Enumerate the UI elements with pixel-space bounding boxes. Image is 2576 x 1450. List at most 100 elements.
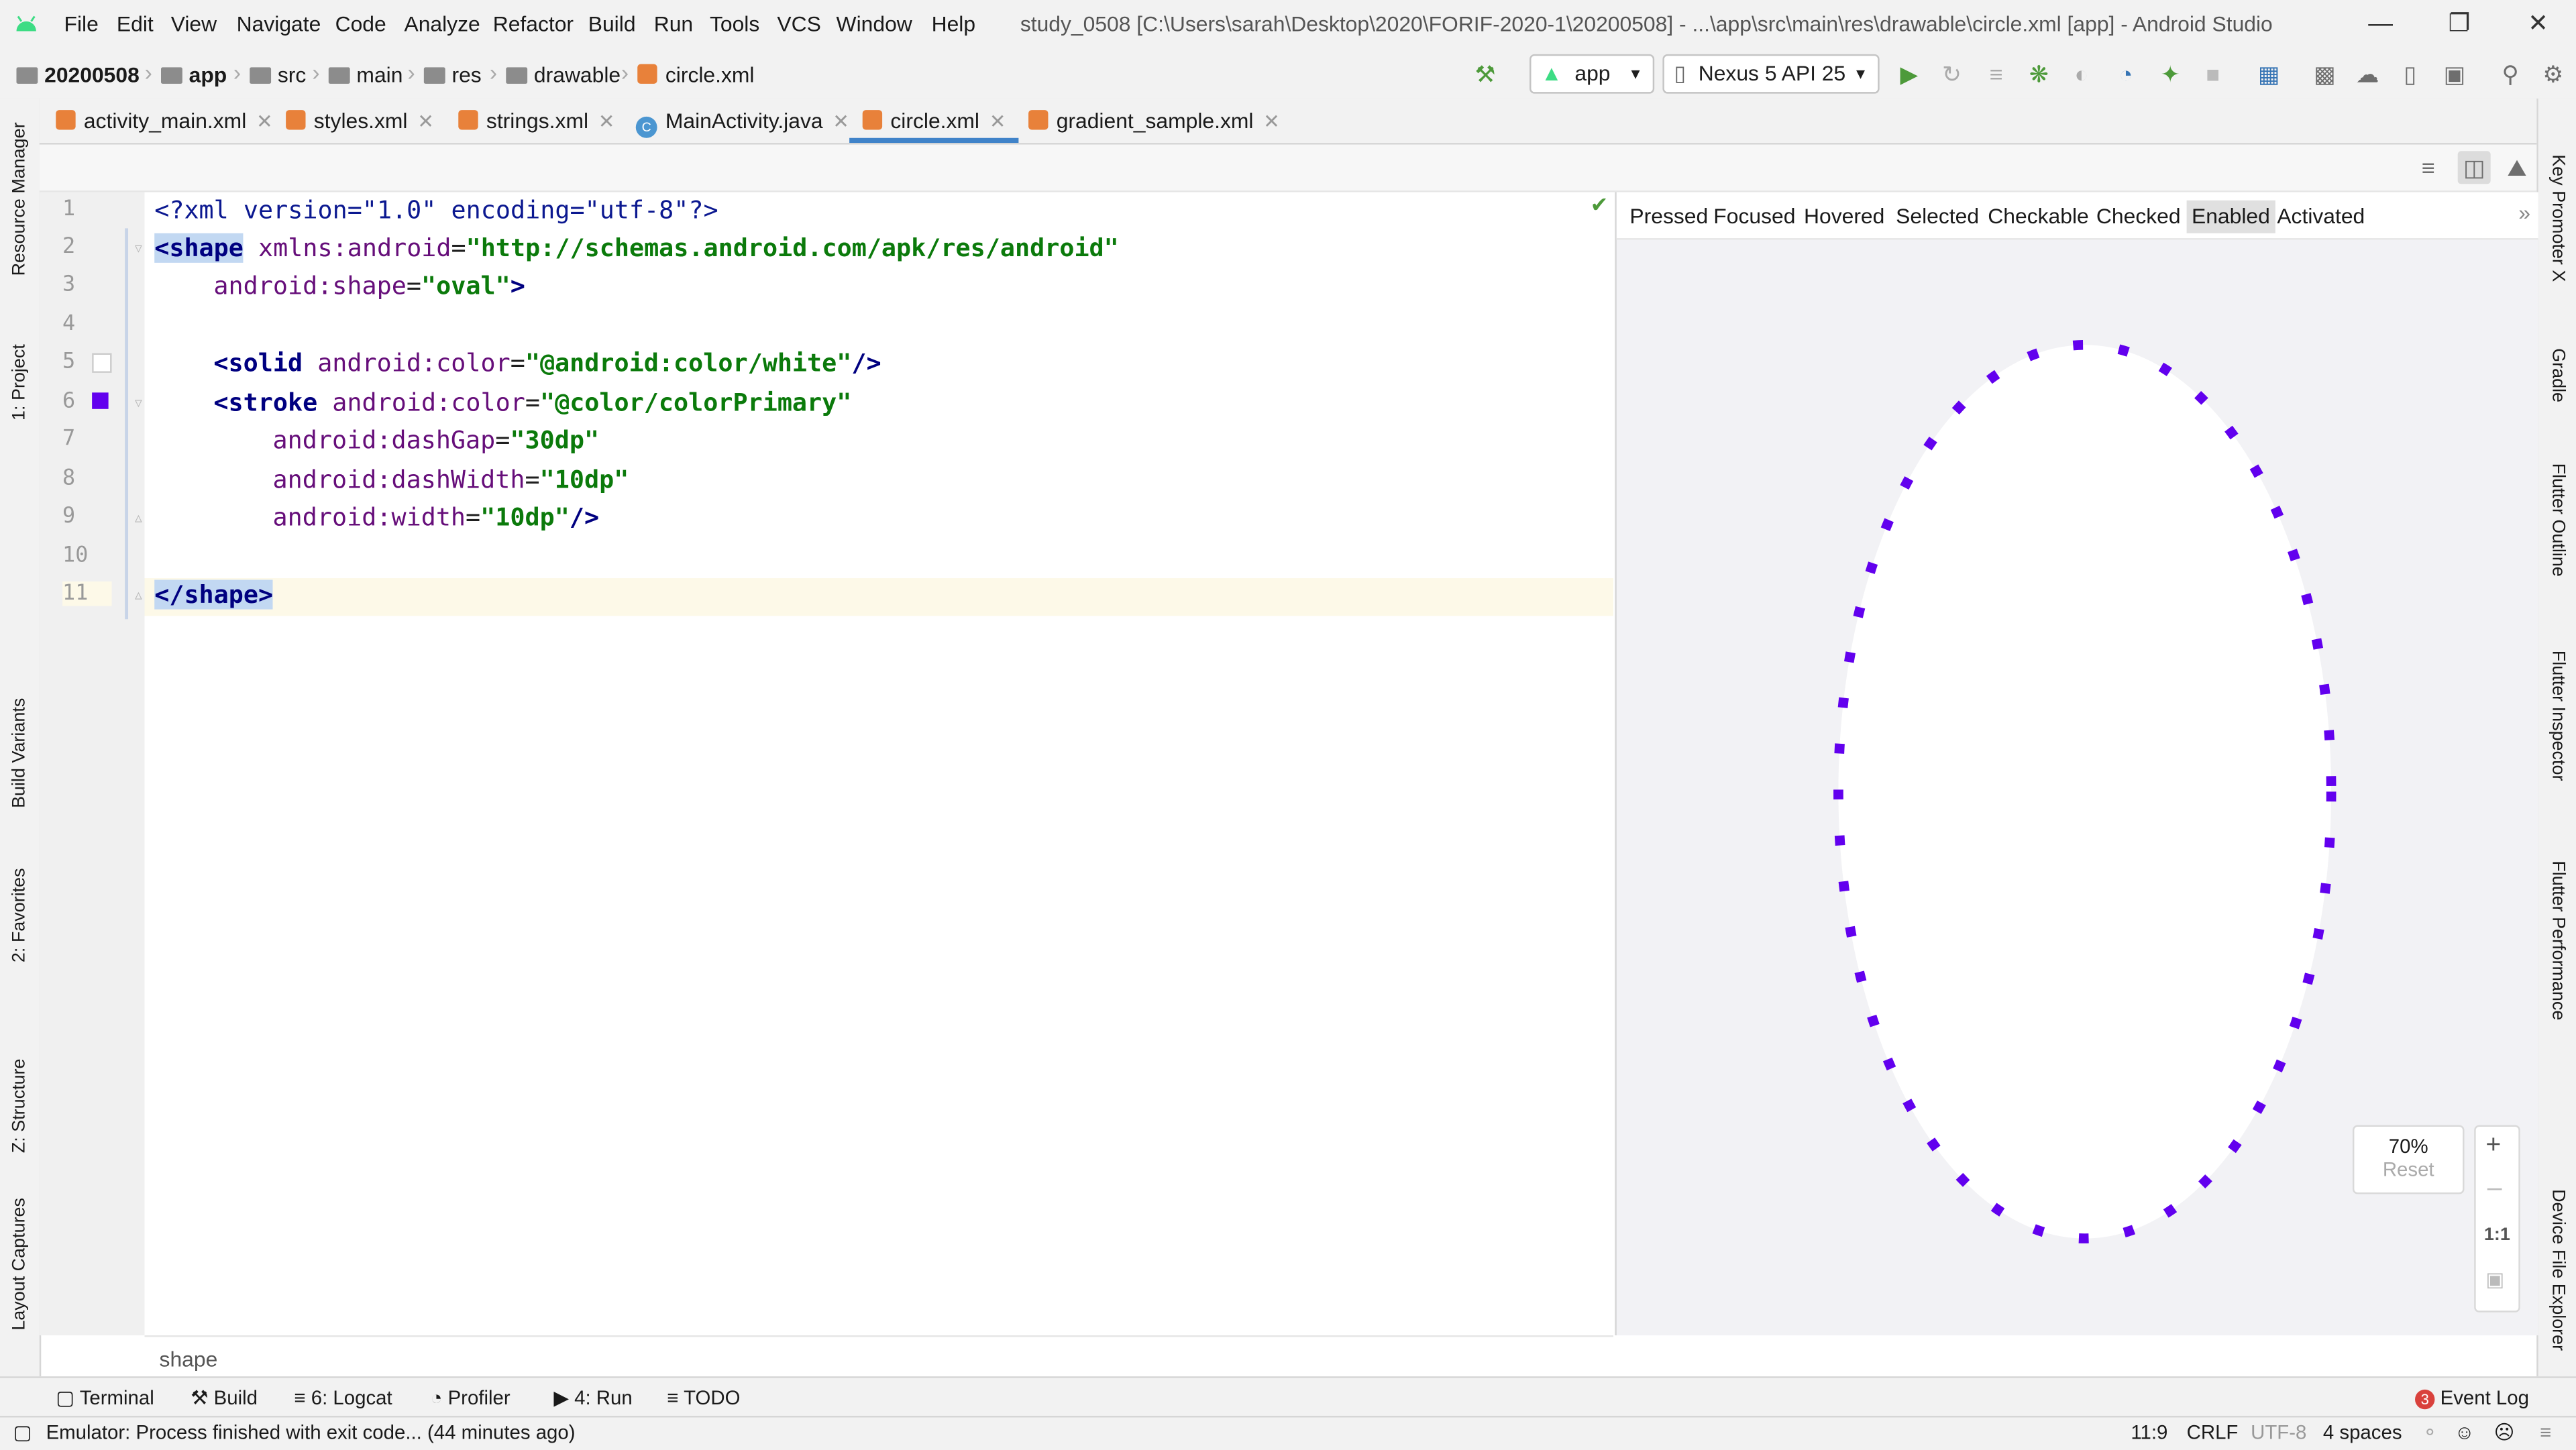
menu-help[interactable]: Help bbox=[932, 11, 976, 36]
flutter-inspector-tab[interactable]: Flutter Inspector bbox=[2548, 651, 2567, 781]
state-selected[interactable]: Selected bbox=[1891, 201, 1984, 233]
key-promoter-tab[interactable]: Key Promoter X bbox=[2548, 154, 2567, 282]
fold-icon[interactable]: ▵ bbox=[135, 509, 142, 527]
restore-icon[interactable]: ❐ bbox=[2441, 7, 2477, 43]
close-tab-icon[interactable]: ✕ bbox=[417, 110, 434, 133]
breadcrumb-drawable[interactable]: drawable bbox=[506, 62, 621, 87]
state-activated[interactable]: Activated bbox=[2272, 201, 2370, 233]
logcat-button[interactable]: ≡ 6: Logcat bbox=[294, 1386, 392, 1409]
build-variants-tab[interactable]: Build Variants bbox=[10, 698, 30, 808]
primary-color-swatch-icon[interactable] bbox=[92, 392, 109, 409]
menu-tools[interactable]: Tools bbox=[710, 11, 759, 36]
avd-manager-icon[interactable]: ▩ bbox=[2312, 61, 2338, 87]
device-icon[interactable]: ▯ bbox=[2397, 61, 2423, 87]
caret-position[interactable]: 11:9 bbox=[2131, 1420, 2167, 1443]
fit-screen-icon[interactable]: ▣ bbox=[2485, 1268, 2504, 1291]
indent-setting[interactable]: 4 spaces bbox=[2323, 1420, 2402, 1443]
menu-edit[interactable]: Edit bbox=[117, 11, 154, 36]
profile-icon[interactable]: ◔ bbox=[2112, 61, 2139, 87]
device-select[interactable]: ▯ Nexus 5 API 25 ▼ bbox=[1662, 54, 1880, 94]
status-message[interactable]: Emulator: Process finished with exit cod… bbox=[46, 1420, 576, 1443]
resource-manager-tab[interactable]: Resource Manager bbox=[10, 122, 30, 276]
menu-build[interactable]: Build bbox=[588, 11, 636, 36]
more-states-icon[interactable]: » bbox=[2518, 201, 2530, 225]
close-tab-icon[interactable]: ✕ bbox=[989, 110, 1006, 133]
structure-tab[interactable]: Z: Structure bbox=[10, 1058, 30, 1153]
todo-button[interactable]: ≡ TODO bbox=[667, 1386, 740, 1409]
menu-refactor[interactable]: Refactor bbox=[493, 11, 574, 36]
event-log-button[interactable]: 3 Event Log bbox=[2415, 1386, 2529, 1410]
fold-icon[interactable]: ▿ bbox=[135, 240, 142, 258]
tab-activity-main[interactable]: activity_main.xml ✕ bbox=[56, 99, 273, 143]
file-encoding[interactable]: UTF-8 bbox=[2251, 1420, 2306, 1443]
close-icon[interactable]: ✕ bbox=[2520, 7, 2557, 43]
run-icon[interactable]: ▶ bbox=[1896, 61, 1922, 87]
breadcrumb-project[interactable]: 20200508 bbox=[16, 62, 140, 87]
profiler-button[interactable]: ◔ Profiler bbox=[431, 1386, 511, 1409]
terminal-button[interactable]: ▢ Terminal bbox=[56, 1386, 154, 1409]
gradle-tab[interactable]: Gradle bbox=[2548, 348, 2567, 402]
run-window-button[interactable]: ▶ 4: Run bbox=[553, 1386, 632, 1409]
run-config-select[interactable]: ▲ app ▼ bbox=[1529, 54, 1655, 94]
device-file-explorer-tab[interactable]: Device File Explorer bbox=[2548, 1189, 2567, 1351]
search-icon[interactable]: ⚲ bbox=[2497, 61, 2523, 87]
actual-size-button[interactable]: 1:1 bbox=[2484, 1225, 2510, 1245]
sync-gradle-icon[interactable]: ▦ bbox=[2255, 61, 2282, 87]
line-ending[interactable]: CRLF bbox=[2187, 1420, 2239, 1443]
no-problems-check-icon[interactable]: ✔ bbox=[1591, 192, 1609, 219]
tab-styles[interactable]: styles.xml ✕ bbox=[286, 99, 434, 143]
menu-navigate[interactable]: Navigate bbox=[237, 11, 321, 36]
close-tab-icon[interactable]: ✕ bbox=[833, 110, 849, 133]
menu-analyze[interactable]: Analyze bbox=[404, 11, 480, 36]
apply-changes-icon[interactable]: ↻ bbox=[1939, 61, 1965, 87]
layout-captures-tab[interactable]: Layout Captures bbox=[10, 1198, 30, 1331]
split-view-icon[interactable]: ◫ bbox=[2457, 151, 2491, 184]
menu-code[interactable]: Code bbox=[335, 11, 386, 36]
build-button[interactable]: ⚒ Build bbox=[191, 1386, 258, 1409]
fold-icon[interactable]: ▵ bbox=[135, 586, 142, 604]
favorites-tab[interactable]: 2: Favorites bbox=[10, 868, 30, 962]
breadcrumb-main[interactable]: main bbox=[328, 62, 402, 87]
tab-main-activity[interactable]: C MainActivity.java ✕ bbox=[635, 99, 849, 143]
stop-icon[interactable]: ■ bbox=[2200, 61, 2226, 87]
lock-icon[interactable]: ⚬ bbox=[2422, 1420, 2438, 1443]
close-tab-icon[interactable]: ✕ bbox=[256, 110, 273, 133]
close-tab-icon[interactable]: ✕ bbox=[1263, 110, 1280, 133]
breadcrumb-shape[interactable]: shape bbox=[160, 1347, 218, 1372]
menu-file[interactable]: File bbox=[64, 11, 99, 36]
tab-strings[interactable]: strings.xml ✕ bbox=[458, 99, 614, 143]
assistant-icon[interactable]: ⚙ bbox=[2540, 61, 2566, 87]
memory-indicator-icon[interactable]: ≡ bbox=[2540, 1420, 2551, 1443]
breadcrumb-app[interactable]: app bbox=[161, 62, 227, 87]
design-view-icon[interactable]: ⛰ bbox=[2504, 154, 2530, 180]
breadcrumb-file[interactable]: circle.xml bbox=[637, 62, 755, 87]
close-tab-icon[interactable]: ✕ bbox=[598, 110, 615, 133]
flutter-performance-tab[interactable]: Flutter Performance bbox=[2548, 860, 2567, 1020]
menu-vcs[interactable]: VCS bbox=[777, 11, 820, 36]
menu-run[interactable]: Run bbox=[654, 11, 693, 36]
zoom-out-icon[interactable]: – bbox=[2487, 1174, 2502, 1204]
tab-gradient-sample[interactable]: gradient_sample.xml ✕ bbox=[1028, 99, 1280, 143]
state-focused[interactable]: Focused bbox=[1709, 201, 1801, 233]
menu-view[interactable]: View bbox=[171, 11, 217, 36]
happy-face-icon[interactable]: ☺ bbox=[2455, 1420, 2475, 1443]
state-checked[interactable]: Checked bbox=[2092, 201, 2186, 233]
project-structure-icon[interactable]: ▣ bbox=[2441, 61, 2467, 87]
state-hovered[interactable]: Hovered bbox=[1799, 201, 1890, 233]
code-view-icon[interactable]: ≡ bbox=[2415, 154, 2441, 180]
apply-code-changes-icon[interactable]: ≡ bbox=[1983, 61, 2009, 87]
menu-window[interactable]: Window bbox=[837, 11, 912, 36]
white-color-swatch-icon[interactable] bbox=[92, 353, 112, 373]
minimize-icon[interactable]: — bbox=[2363, 7, 2399, 43]
make-project-hammer-icon[interactable]: ⚒ bbox=[1472, 61, 1498, 87]
state-pressed[interactable]: Pressed bbox=[1625, 201, 1713, 233]
debug-icon[interactable]: ❋ bbox=[2026, 61, 2052, 87]
coverage-icon[interactable]: ◐ bbox=[2068, 61, 2094, 87]
sad-face-icon[interactable]: ☹ bbox=[2494, 1420, 2515, 1443]
state-enabled[interactable]: Enabled bbox=[2186, 200, 2275, 233]
zoom-in-icon[interactable]: + bbox=[2485, 1131, 2501, 1161]
attach-debugger-icon[interactable]: ✦ bbox=[2157, 61, 2184, 87]
zoom-reset-button[interactable]: Reset bbox=[2354, 1158, 2463, 1181]
state-checkable[interactable]: Checkable bbox=[1983, 201, 2094, 233]
fold-icon[interactable]: ▿ bbox=[135, 394, 142, 412]
